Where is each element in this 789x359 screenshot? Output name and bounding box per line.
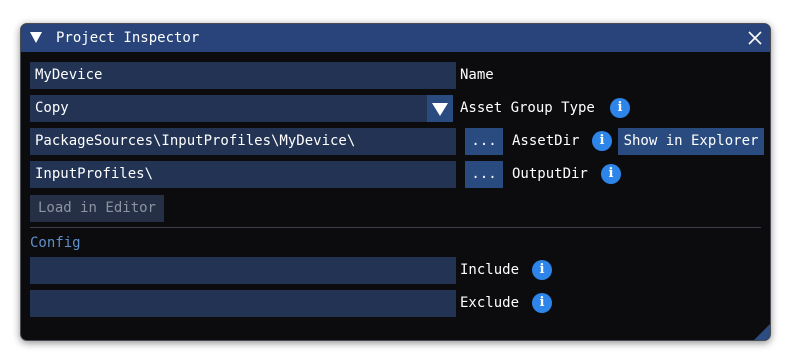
exclude-label: Exclude (460, 295, 520, 311)
show-in-explorer-button[interactable]: Show in Explorer (618, 128, 764, 155)
output-dir-info-icon[interactable]: i (601, 164, 621, 184)
exclude-info-icon[interactable]: i (532, 293, 552, 313)
asset-group-type-info-icon[interactable]: i (610, 98, 630, 118)
output-dir-label: OutputDir (512, 166, 588, 182)
window-title: Project Inspector (56, 30, 200, 46)
include-info-icon[interactable]: i (532, 260, 552, 280)
title-bar[interactable]: Project Inspector (21, 24, 770, 52)
config-section-header: Config (30, 235, 81, 251)
section-separator (30, 227, 761, 228)
asset-group-type-select[interactable]: Copy (30, 95, 427, 122)
name-field[interactable]: MyDevice (30, 62, 456, 89)
include-field[interactable] (30, 257, 456, 284)
asset-dir-label: AssetDir (512, 133, 580, 149)
asset-dir-info-icon[interactable]: i (592, 131, 612, 151)
load-in-editor-button[interactable]: Load in Editor (30, 195, 164, 222)
resize-grip-icon[interactable] (754, 324, 770, 340)
output-dir-field[interactable]: InputProfiles\ (30, 161, 456, 188)
asset-dir-field[interactable]: PackageSources\InputProfiles\MyDevice\ (30, 128, 456, 155)
project-inspector-window: Project Inspector MyDevice Name Copy Ass… (20, 23, 771, 341)
exclude-field[interactable] (30, 290, 456, 317)
asset-group-type-label: Asset Group Type (460, 100, 595, 116)
triangle-down-icon[interactable] (30, 32, 42, 43)
asset-dir-browse-button[interactable]: ... (465, 128, 503, 155)
close-icon[interactable] (745, 28, 765, 48)
include-label: Include (460, 262, 520, 278)
name-label: Name (460, 67, 494, 83)
dropdown-arrow-icon[interactable] (427, 95, 453, 122)
output-dir-browse-button[interactable]: ... (465, 161, 503, 188)
